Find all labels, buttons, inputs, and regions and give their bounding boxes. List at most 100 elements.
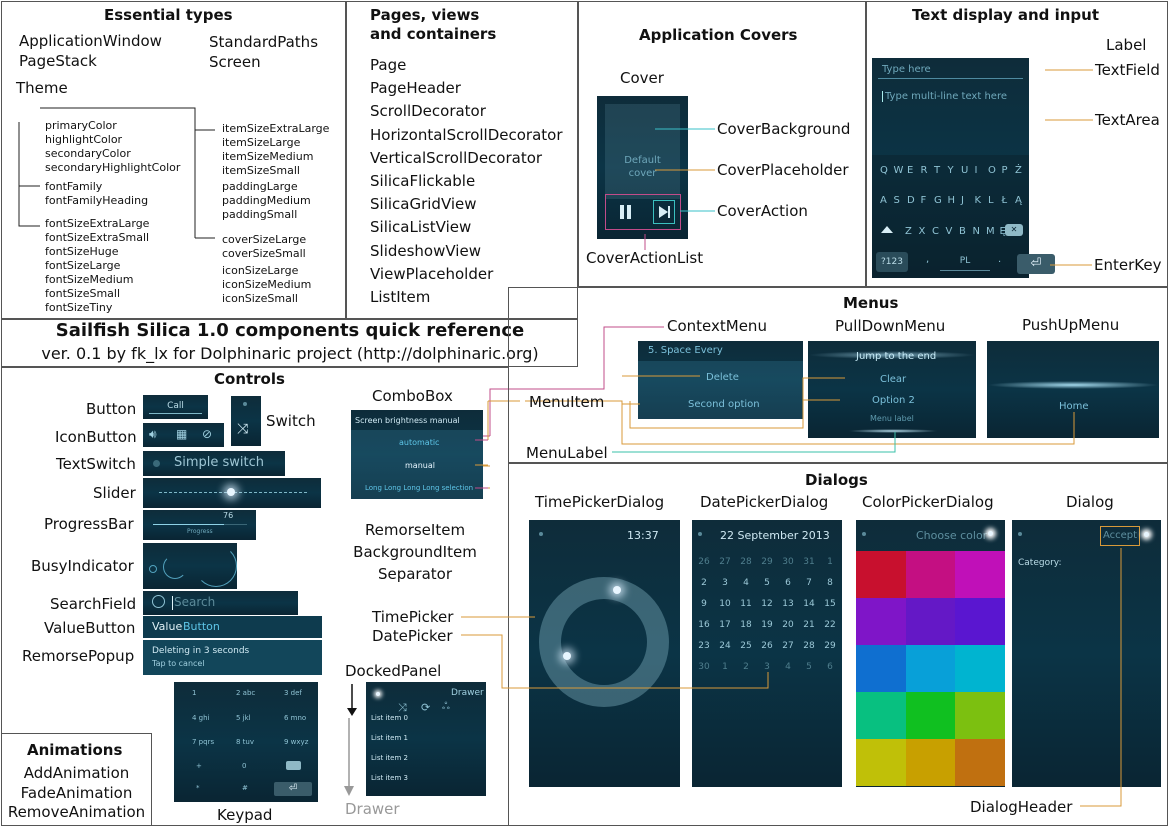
repeat-icon[interactable]: ⟳ (421, 701, 430, 714)
calendar-day[interactable]: 9 (693, 599, 715, 609)
color-swatch[interactable] (856, 598, 906, 645)
enter-key-icon[interactable]: ⏎ (1017, 254, 1055, 274)
keyboard-key[interactable]: I (975, 165, 978, 176)
keyboard-key[interactable]: Z (905, 226, 912, 237)
calendar-day[interactable]: 31 (798, 557, 820, 567)
shift-key-icon[interactable] (881, 226, 893, 233)
shuffle-icon[interactable]: ⤨ (398, 701, 407, 715)
calendar-day[interactable]: 30 (693, 662, 715, 672)
keyboard-key[interactable]: Q (880, 165, 888, 176)
calendar-day[interactable]: 22 (819, 620, 841, 630)
keypad-key[interactable]: 9 wxyz (284, 738, 308, 746)
keypad-key[interactable]: 0 (242, 762, 246, 770)
keyboard-key[interactable]: A (880, 195, 887, 206)
keypad-key[interactable]: 1 (192, 689, 196, 697)
calendar-day[interactable]: 13 (777, 599, 799, 609)
keyboard-key[interactable]: E (907, 165, 913, 176)
drawer-item[interactable]: List item 0 (371, 714, 408, 722)
keypad-key[interactable]: * (196, 784, 200, 792)
share-icon[interactable]: ஃ (442, 701, 450, 713)
color-swatch[interactable] (955, 645, 1005, 692)
calendar-day[interactable]: 3 (714, 578, 736, 588)
calendar-day[interactable]: 29 (819, 641, 841, 651)
keyboard-key[interactable]: P (1002, 165, 1008, 176)
calendar-day[interactable]: 7 (798, 578, 820, 588)
calendar-day[interactable]: 28 (735, 557, 757, 567)
calendar-day[interactable]: 17 (714, 620, 736, 630)
keyboard-key[interactable]: G (934, 195, 942, 206)
dialog-accept-button[interactable]: Accept (1100, 526, 1140, 546)
color-swatch[interactable] (905, 645, 956, 692)
color-swatch[interactable] (955, 739, 1005, 786)
keypad-key[interactable]: # (242, 784, 248, 792)
pulldown-item-jump[interactable]: Jump to the end (856, 351, 936, 362)
drawer-item[interactable]: List item 3 (371, 774, 408, 782)
slider-handle[interactable] (227, 488, 235, 496)
keyboard-key[interactable]: D (907, 195, 915, 206)
pulldown-item-option2[interactable]: Option 2 (872, 395, 915, 406)
comma-key[interactable]: , (926, 254, 929, 265)
calendar-day[interactable]: 1 (819, 557, 841, 567)
calendar-day[interactable]: 3 (756, 662, 778, 672)
calendar-day[interactable]: 29 (756, 557, 778, 567)
combobox-option-manual[interactable]: manual (405, 461, 435, 470)
calendar-day[interactable]: 26 (693, 557, 715, 567)
calendar-day[interactable]: 2 (693, 578, 715, 588)
color-swatch[interactable] (856, 551, 906, 598)
combobox-option-automatic[interactable]: automatic (399, 438, 439, 447)
keypad-key[interactable]: 8 tuv (236, 738, 254, 746)
keypad-enter-icon[interactable]: ⏎ (274, 782, 312, 796)
calendar-day[interactable]: 28 (798, 641, 820, 651)
keypad-key[interactable]: 2 abc (236, 689, 255, 697)
time-minute-handle[interactable] (563, 652, 571, 660)
keyboard-key[interactable]: F (921, 195, 927, 206)
calendar-day[interactable]: 26 (756, 641, 778, 651)
keypad-key[interactable]: 6 mno (284, 714, 306, 722)
calendar-day[interactable]: 6 (819, 662, 841, 672)
keyboard-key[interactable]: W (894, 165, 904, 176)
color-swatch[interactable] (955, 692, 1005, 739)
textarea-input[interactable]: Type multi-line text here (882, 91, 1007, 102)
search-input[interactable]: Search (174, 595, 215, 609)
time-hour-handle[interactable] (613, 586, 621, 594)
calendar-day[interactable]: 1 (714, 662, 736, 672)
keyboard-key[interactable]: Ż (1015, 165, 1022, 176)
color-swatch[interactable] (856, 645, 906, 692)
pulldown-item-clear[interactable]: Clear (880, 374, 906, 385)
keyboard-key[interactable]: H (948, 195, 956, 206)
keyboard-key[interactable]: O (988, 165, 996, 176)
calendar-day[interactable]: 15 (819, 599, 841, 609)
calendar-day[interactable]: 27 (777, 641, 799, 651)
pause-icon[interactable] (620, 205, 632, 219)
keyboard-key[interactable]: X (919, 226, 926, 237)
keyboard-key[interactable]: K (975, 195, 982, 206)
calendar-day[interactable]: 21 (798, 620, 820, 630)
keyboard-key[interactable]: R (921, 165, 928, 176)
calendar-day[interactable]: 6 (777, 578, 799, 588)
keypad-key[interactable]: + (196, 762, 202, 770)
combobox-option-long[interactable]: Long Long Long Long selection (365, 484, 473, 492)
pushup-item-home[interactable]: Home (1059, 401, 1089, 412)
keyboard-key[interactable]: M (986, 226, 995, 237)
calendar-day[interactable]: 8 (819, 578, 841, 588)
keyboard-key[interactable]: U (961, 165, 968, 176)
keyboard-key[interactable]: T (934, 165, 940, 176)
keyboard-key[interactable]: Ą (1015, 195, 1022, 206)
keyboard-key[interactable]: N (973, 226, 980, 237)
calendar-day[interactable]: 2 (735, 662, 757, 672)
time-dial[interactable] (539, 577, 669, 707)
keyboard-key[interactable]: C (932, 226, 939, 237)
keyboard-key[interactable]: S (894, 195, 900, 206)
textswitch-widget[interactable]: Simple switch (143, 451, 285, 476)
context-item-delete[interactable]: Delete (706, 372, 739, 383)
textfield-input[interactable]: Type here (882, 64, 931, 75)
drawer-item[interactable]: List item 2 (371, 754, 408, 762)
color-swatch[interactable] (905, 598, 956, 645)
color-swatch[interactable] (856, 739, 906, 786)
calendar-day[interactable]: 4 (735, 578, 757, 588)
remorsepopup-widget[interactable]: Deleting in 3 seconds Tap to cancel (143, 640, 322, 675)
switch-widget[interactable]: ⤨ (231, 396, 261, 446)
calendar-day[interactable]: 12 (756, 599, 778, 609)
backspace-key-icon[interactable]: ✕ (1005, 224, 1023, 236)
calendar-day[interactable]: 30 (777, 557, 799, 567)
